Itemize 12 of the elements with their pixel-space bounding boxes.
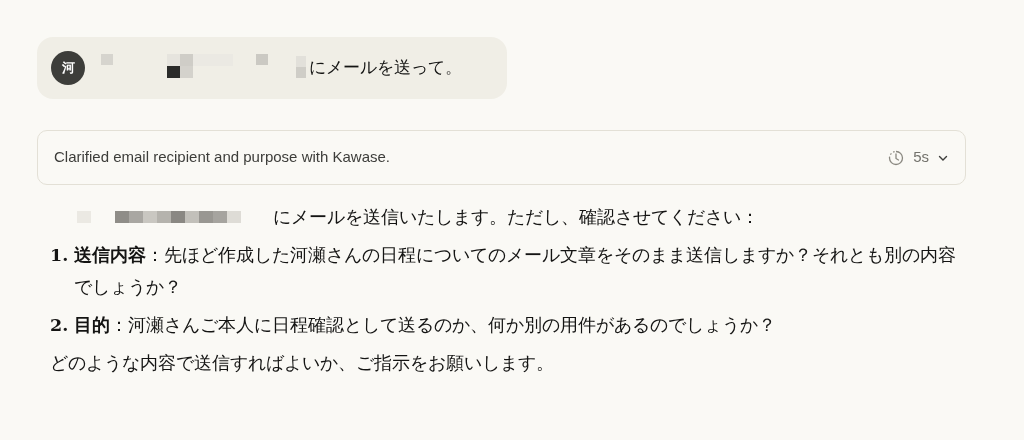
response-paragraph: にメールを送信いたします。ただし、確認させてください： bbox=[273, 206, 759, 229]
message-text: にメールを送って。 bbox=[309, 57, 462, 80]
response-paragraph: どのような内容で送信すればよいか、ご指示をお願いします。 bbox=[50, 352, 555, 375]
timer-icon bbox=[887, 148, 906, 167]
list-number: 2. bbox=[50, 314, 70, 337]
list-item-text: 送信内容：先ほど作成した河瀬さんの日程についてのメール文章をそのまま送信しますか？それとも別の内容でしょうか？ bbox=[74, 244, 957, 299]
user-avatar: 河 bbox=[51, 51, 85, 85]
list-number: 1. bbox=[50, 244, 70, 267]
thinking-summary-panel[interactable]: Clarified email recipient and purpose with Kawase. 5s bbox=[37, 130, 966, 185]
thinking-duration: 5s bbox=[913, 147, 929, 168]
thinking-summary: Clarified email recipient and purpose with Kawase. bbox=[54, 147, 391, 168]
list-item-text: 目的：河瀬さんご本人に日程確認として送るのか、何か別の用件があるのでしょうか？ bbox=[74, 314, 776, 337]
